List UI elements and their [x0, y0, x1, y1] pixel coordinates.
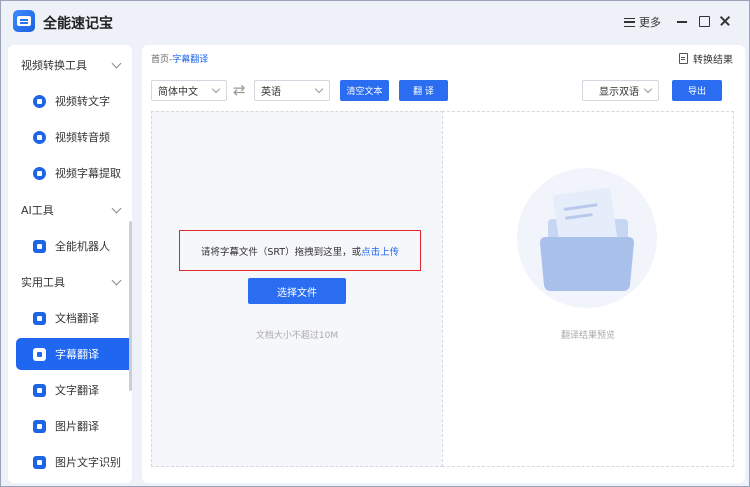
sidebar-scrollbar[interactable]: [129, 221, 132, 391]
ocr-icon: [33, 455, 46, 469]
upload-icon: [33, 166, 46, 180]
sidebar-item-subtitle-translate[interactable]: 字幕翻译: [16, 338, 132, 370]
target-language-value: 英语: [261, 87, 281, 98]
sidebar-section-label: 实用工具: [21, 276, 65, 289]
file-size-note: 文档大小不超过10M: [255, 331, 339, 341]
swap-languages-icon[interactable]: [233, 81, 249, 99]
document-icon: [33, 311, 46, 325]
drop-instruction-box: 请将字幕文件（SRT）拖拽到这里，或 点击上传: [179, 230, 421, 271]
text-icon: [33, 383, 46, 397]
sidebar-item-doc-translate[interactable]: 文档翻译: [16, 302, 132, 334]
title-bar: 全能速记宝 更多: [1, 1, 749, 43]
choose-file-button[interactable]: 选择文件: [248, 278, 346, 304]
chevron-down-icon: [211, 84, 221, 94]
sidebar-item-video-to-audio[interactable]: 视频转音频: [16, 121, 132, 153]
audio-icon: [33, 130, 46, 144]
sidebar-item-label: 视频转文字: [55, 95, 110, 108]
translate-button[interactable]: 翻 译: [399, 80, 448, 101]
menu-icon: [624, 17, 635, 27]
breadcrumb-current: 字幕翻译: [172, 55, 209, 65]
more-menu-button[interactable]: 更多: [624, 14, 661, 30]
app-title: 全能速记宝: [43, 16, 113, 32]
empty-folder-icon: [517, 168, 657, 308]
click-upload-link[interactable]: 点击上传: [361, 244, 399, 258]
sidebar-item-label: 图片文字识别: [55, 456, 121, 469]
result-preview-label: 翻译结果预览: [560, 331, 615, 341]
drop-instruction-text: 请将字幕文件（SRT）拖拽到这里，或: [200, 246, 362, 258]
chevron-down-icon: [111, 58, 122, 69]
sidebar-item-image-ocr[interactable]: 图片文字识别: [16, 446, 132, 478]
subtitle-icon: [33, 347, 46, 361]
breadcrumb: 首页-字幕翻译: [151, 52, 208, 65]
robot-icon: [33, 239, 46, 253]
app-logo-icon: [13, 10, 35, 32]
result-preview-pane: 翻译结果预览: [442, 111, 734, 467]
sidebar-item-label: 全能机器人: [55, 240, 110, 253]
close-button[interactable]: [717, 13, 733, 29]
sidebar: 视频转换工具 视频转文字 视频转音频 视频字幕提取 AI工具 全能机器人 实用工…: [8, 45, 132, 483]
sidebar-item-label: 视频转音频: [55, 131, 110, 144]
app-window: 全能速记宝 更多 视频转换工具 视频转文字 视频转音频 视频字幕提取 AI工具: [0, 0, 750, 487]
display-mode-select[interactable]: 显示双语: [582, 80, 659, 101]
main-panel: 首页-字幕翻译 转换结果 简体中文 英语 清空文本 翻 译 显示双语 导出 请将…: [142, 45, 745, 483]
sidebar-section-ai-tools[interactable]: AI工具: [8, 195, 132, 225]
upload-drop-zone[interactable]: 请将字幕文件（SRT）拖拽到这里，或 点击上传 选择文件 文档大小不超过10M: [151, 111, 443, 467]
more-label: 更多: [639, 16, 661, 29]
sidebar-item-label: 视频字幕提取: [55, 167, 121, 180]
convert-result-button[interactable]: 转换结果: [679, 51, 733, 66]
export-button[interactable]: 导出: [672, 80, 722, 101]
sidebar-item-subtitle-extract[interactable]: 视频字幕提取: [16, 157, 132, 189]
chevron-down-icon: [314, 84, 324, 94]
sidebar-section-label: AI工具: [21, 204, 54, 217]
sidebar-section-video-tools[interactable]: 视频转换工具: [8, 50, 132, 80]
chevron-down-icon: [643, 84, 653, 94]
sidebar-item-text-translate[interactable]: 文字翻译: [16, 374, 132, 406]
document-icon: [679, 53, 688, 64]
display-mode-value: 显示双语: [599, 87, 639, 98]
maximize-button[interactable]: [696, 13, 712, 29]
minimize-button[interactable]: [674, 13, 690, 29]
chevron-down-icon: [111, 275, 122, 286]
breadcrumb-home[interactable]: 首页: [151, 55, 169, 65]
image-icon: [33, 419, 46, 433]
sidebar-item-robot[interactable]: 全能机器人: [16, 230, 132, 262]
sidebar-section-label: 视频转换工具: [21, 59, 87, 72]
sidebar-section-utilities[interactable]: 实用工具: [8, 267, 132, 297]
sidebar-item-video-to-text[interactable]: 视频转文字: [16, 85, 132, 117]
sidebar-item-label: 文字翻译: [55, 384, 99, 397]
sidebar-item-label: 文档翻译: [55, 312, 99, 325]
source-language-value: 简体中文: [158, 87, 198, 98]
sidebar-item-label: 图片翻译: [55, 420, 99, 433]
sidebar-item-label: 字幕翻译: [55, 348, 99, 361]
clear-text-button[interactable]: 清空文本: [340, 80, 389, 101]
video-text-icon: [33, 94, 46, 108]
target-language-select[interactable]: 英语: [254, 80, 330, 101]
convert-result-label: 转换结果: [693, 55, 733, 66]
source-language-select[interactable]: 简体中文: [151, 80, 227, 101]
sidebar-item-image-translate[interactable]: 图片翻译: [16, 410, 132, 442]
chevron-down-icon: [111, 203, 122, 214]
